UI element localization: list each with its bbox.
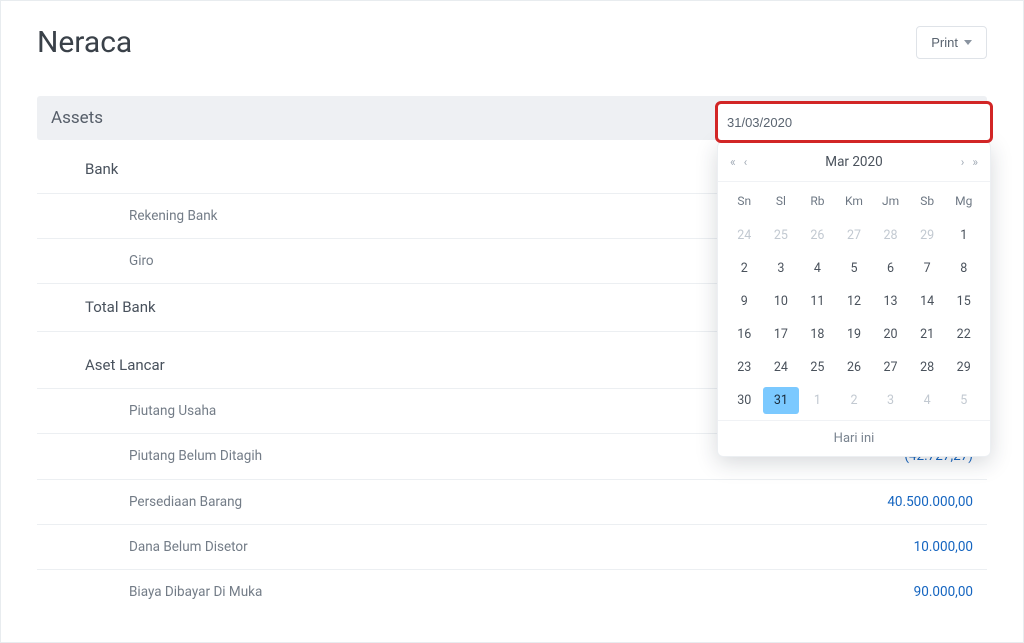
datepicker-day[interactable]: 10 (763, 288, 800, 315)
datepicker-month-label[interactable]: Mar 2020 (825, 154, 882, 170)
chevron-down-icon (964, 40, 972, 45)
row-biaya-dibayar-di-muka-label: Biaya Dibayar Di Muka (129, 582, 262, 602)
datepicker-day[interactable]: 28 (909, 354, 946, 381)
datepicker-day[interactable]: 19 (836, 321, 873, 348)
print-button[interactable]: Print (916, 26, 987, 59)
date-input-highlight (715, 101, 993, 143)
datepicker-dow: Mg (945, 188, 982, 216)
datepicker-day[interactable]: 2 (726, 255, 763, 282)
datepicker-day[interactable]: 26 (836, 354, 873, 381)
datepicker-day[interactable]: 13 (872, 288, 909, 315)
datepicker-day[interactable]: 20 (872, 321, 909, 348)
datepicker-day[interactable]: 25 (799, 354, 836, 381)
row-dana-belum-disetor-label: Dana Belum Disetor (129, 537, 248, 557)
row-persediaan-barang[interactable]: Persediaan Barang 40.500.000,00 (37, 480, 987, 525)
datepicker-day[interactable]: 9 (726, 288, 763, 315)
datepicker-day-other[interactable]: 26 (799, 222, 836, 249)
datepicker-day[interactable]: 12 (836, 288, 873, 315)
datepicker-day[interactable]: 14 (909, 288, 946, 315)
datepicker-day[interactable]: 16 (726, 321, 763, 348)
datepicker-day-other[interactable]: 24 (726, 222, 763, 249)
row-biaya-dibayar-di-muka[interactable]: Biaya Dibayar Di Muka 90.000,00 (37, 570, 987, 614)
datepicker-day[interactable]: 4 (799, 255, 836, 282)
datepicker-day[interactable]: 15 (945, 288, 982, 315)
total-bank-label: Total Bank (85, 296, 156, 319)
group-aset-lancar-label: Aset Lancar (85, 354, 165, 377)
datepicker-today-button[interactable]: Hari ini (718, 420, 990, 446)
prev-year-icon[interactable]: « (730, 156, 736, 168)
print-label: Print (931, 35, 958, 50)
next-year-icon[interactable]: » (972, 156, 978, 168)
datepicker-day[interactable]: 11 (799, 288, 836, 315)
row-persediaan-barang-amount: 40.500.000,00 (887, 492, 973, 512)
datepicker-day-other[interactable]: 1 (799, 387, 836, 414)
datepicker-day-other[interactable]: 5 (945, 387, 982, 414)
datepicker-dow: Km (836, 188, 873, 216)
datepicker-day[interactable]: 7 (909, 255, 946, 282)
datepicker-dow: Sn (726, 188, 763, 216)
row-rekening-bank-label: Rekening Bank (129, 206, 218, 226)
datepicker-dow: Jm (872, 188, 909, 216)
datepicker-day[interactable]: 24 (763, 354, 800, 381)
datepicker-day-other[interactable]: 3 (872, 387, 909, 414)
datepicker-day-other[interactable]: 28 (872, 222, 909, 249)
date-input[interactable] (721, 107, 987, 137)
datepicker-day[interactable]: 5 (836, 255, 873, 282)
datepicker-day[interactable]: 29 (945, 354, 982, 381)
datepicker-day[interactable]: 1 (945, 222, 982, 249)
datepicker-day-other[interactable]: 25 (763, 222, 800, 249)
page-title: Neraca (37, 25, 132, 60)
prev-month-icon[interactable]: ‹ (744, 156, 748, 168)
datepicker-day[interactable]: 22 (945, 321, 982, 348)
row-dana-belum-disetor-amount: 10.000,00 (914, 537, 973, 557)
datepicker-dow: Sb (909, 188, 946, 216)
row-biaya-dibayar-di-muka-amount: 90.000,00 (914, 582, 973, 602)
datepicker-day[interactable]: 21 (909, 321, 946, 348)
datepicker-day-other[interactable]: 2 (836, 387, 873, 414)
datepicker-day[interactable]: 23 (726, 354, 763, 381)
row-piutang-usaha-label: Piutang Usaha (129, 401, 216, 421)
datepicker-day-selected[interactable]: 31 (763, 387, 800, 414)
datepicker-day-other[interactable]: 4 (909, 387, 946, 414)
date-picker[interactable]: « ‹ Mar 2020 › » SnSlRbKmJmSbMg242526272… (717, 141, 991, 457)
datepicker-day[interactable]: 8 (945, 255, 982, 282)
datepicker-day[interactable]: 6 (872, 255, 909, 282)
datepicker-dow: Rb (799, 188, 836, 216)
datepicker-day[interactable]: 18 (799, 321, 836, 348)
datepicker-dow: Sl (763, 188, 800, 216)
datepicker-day-other[interactable]: 29 (909, 222, 946, 249)
row-giro-label: Giro (129, 251, 154, 271)
group-bank-label: Bank (85, 158, 118, 181)
datepicker-day[interactable]: 30 (726, 387, 763, 414)
datepicker-day[interactable]: 27 (872, 354, 909, 381)
next-month-icon[interactable]: › (961, 156, 965, 168)
datepicker-day[interactable]: 17 (763, 321, 800, 348)
row-dana-belum-disetor[interactable]: Dana Belum Disetor 10.000,00 (37, 525, 987, 570)
datepicker-day-other[interactable]: 27 (836, 222, 873, 249)
datepicker-day[interactable]: 3 (763, 255, 800, 282)
row-persediaan-barang-label: Persediaan Barang (129, 492, 242, 512)
row-piutang-belum-ditagih-label: Piutang Belum Ditagih (129, 446, 262, 466)
